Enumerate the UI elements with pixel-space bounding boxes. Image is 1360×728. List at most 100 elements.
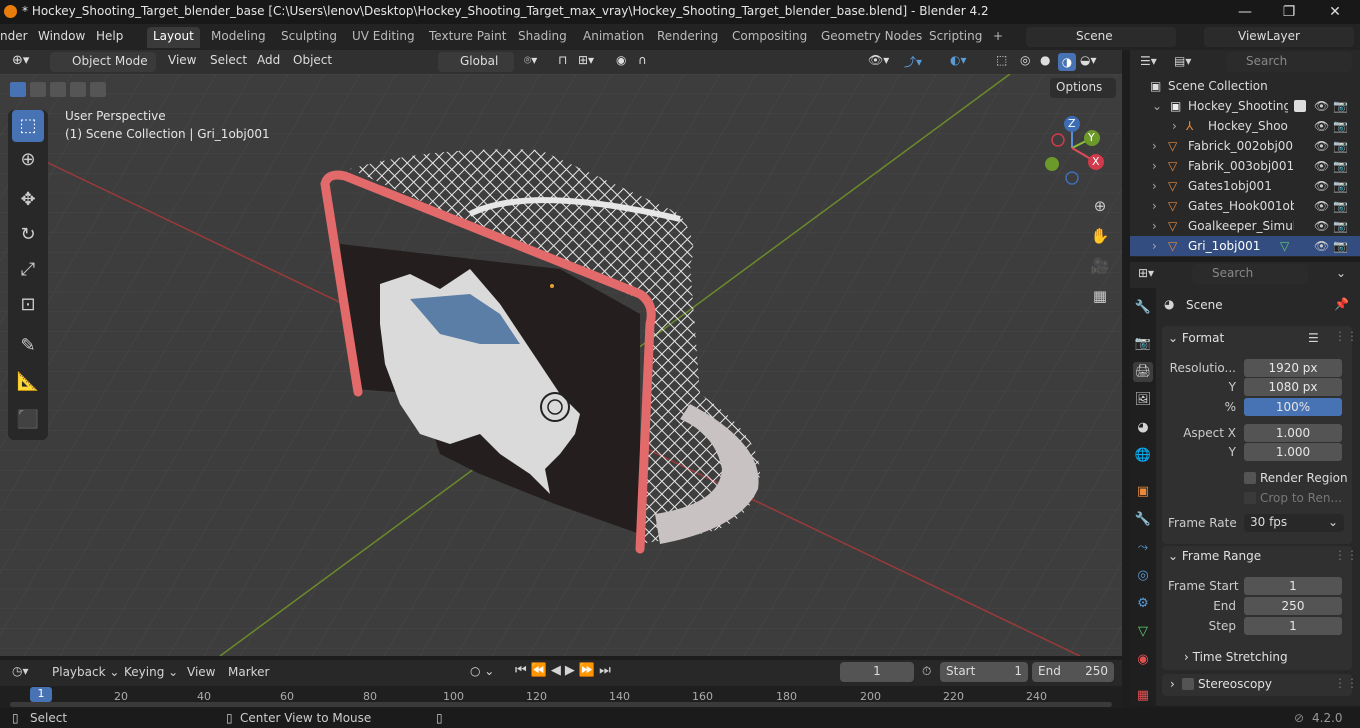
snap-icon[interactable]: ⊓ (558, 53, 567, 71)
select-new-icon[interactable] (10, 82, 26, 97)
tab-scripting[interactable]: Scripting (923, 27, 988, 48)
drag-handle-icon[interactable]: ⋮⋮ (1334, 329, 1358, 343)
annotate-tool-icon[interactable]: ✎ (12, 330, 44, 362)
expand-arrow-icon[interactable]: › (1152, 139, 1157, 153)
menu-view[interactable]: View (168, 53, 196, 71)
menu-select[interactable]: Select (210, 53, 247, 71)
keying-menu[interactable]: Keying ⌄ (124, 665, 178, 679)
frame-range-panel-header[interactable]: ⌄ Frame Range (1168, 549, 1261, 563)
expand-arrow-icon[interactable]: › (1172, 119, 1177, 133)
properties-search-input[interactable]: Search (1192, 264, 1308, 284)
properties-options-icon[interactable]: ⌄ (1336, 266, 1346, 280)
select-intersect-icon[interactable] (90, 82, 106, 97)
stopwatch-icon[interactable]: ⏱ (922, 664, 931, 679)
data-tab-icon[interactable]: ▽ (1133, 622, 1153, 642)
select-box-tool-icon[interactable]: ⬚ (12, 110, 44, 142)
pin-icon[interactable]: 📌 (1334, 297, 1349, 311)
3d-viewport[interactable]: ⬚ ⊕ ✥ ↻ ⤢ ⊡ ✎ 📐 ⬛ User Perspective (1) S… (0, 74, 1122, 656)
expand-arrow-icon[interactable]: › (1152, 219, 1157, 233)
preset-list-icon[interactable]: ☰ (1308, 331, 1319, 345)
measure-tool-icon[interactable]: 📐 (12, 366, 44, 398)
resolution-x-field[interactable]: 1920 px (1244, 359, 1342, 377)
aspect-y-field[interactable]: 1.000 (1244, 443, 1342, 461)
playhead-frame[interactable]: 1 (30, 687, 52, 702)
frame-rate-dropdown[interactable]: 30 fps ⌄ (1244, 514, 1344, 532)
outliner-editor-icon[interactable]: ☰▾ (1140, 54, 1157, 68)
timeline-view-menu[interactable]: View (187, 665, 215, 679)
outliner-root[interactable]: ▣ Scene Collection (1130, 76, 1360, 96)
menu-window[interactable]: Window (38, 29, 85, 43)
drag-handle-icon[interactable]: ⋮⋮ (1334, 548, 1358, 562)
drag-handle-icon[interactable]: ⋮⋮ (1334, 676, 1358, 690)
select-invert-icon[interactable] (70, 82, 86, 97)
timeline-end-field[interactable]: End 250 (1032, 662, 1114, 682)
texture-tab-icon[interactable]: ▦ (1133, 686, 1153, 706)
visibility-icon[interactable]: 👁▾ (868, 53, 889, 71)
wireframe-shading-icon[interactable]: ◎ (1020, 53, 1030, 71)
world-tab-icon[interactable]: 🌐 (1133, 446, 1153, 466)
move-tool-icon[interactable]: ✥ (12, 184, 44, 216)
stereoscopy-checkbox[interactable] (1182, 678, 1194, 690)
expand-arrow-icon[interactable]: ⌄ (1152, 99, 1162, 113)
timeline-editor-icon[interactable]: ◷▾ (12, 664, 29, 678)
physics-tab-icon[interactable]: ◎ (1133, 566, 1153, 586)
tab-texture-paint[interactable]: Texture Paint (423, 27, 512, 48)
tab-compositing[interactable]: Compositing (726, 27, 813, 48)
crop-checkbox[interactable] (1244, 492, 1256, 504)
proportional-edit-icon[interactable]: ◉ (616, 53, 626, 71)
display-mode-icon[interactable]: ▤▾ (1174, 54, 1191, 68)
object-tab-icon[interactable]: ▣ (1133, 482, 1153, 502)
editor-type-icon[interactable]: ⊕▾ (12, 53, 29, 71)
zoom-icon[interactable]: ⊕ (1088, 194, 1112, 218)
xray-icon[interactable]: ⬚ (996, 53, 1007, 71)
constraints-tab-icon[interactable]: ⚙ (1133, 594, 1153, 614)
tab-rendering[interactable]: Rendering (651, 27, 724, 48)
menu-add[interactable]: Add (257, 53, 280, 71)
resolution-y-field[interactable]: 1080 px (1244, 378, 1342, 396)
time-stretching-subpanel[interactable]: › Time Stretching (1184, 650, 1288, 664)
scene-field[interactable]: Scene (1026, 27, 1176, 47)
minimize-button[interactable]: — (1230, 2, 1260, 22)
visibility-toggles[interactable]: 👁 📷 👁 📷 👁 📷 👁 📷 👁 📷 👁 📷 👁 📷 👁 📷 (1314, 96, 1354, 256)
tab-modeling[interactable]: Modeling (205, 27, 272, 48)
expand-arrow-icon[interactable]: › (1152, 199, 1157, 213)
expand-arrow-icon[interactable]: › (1152, 239, 1157, 253)
output-tab-icon[interactable]: 🖨 (1133, 362, 1153, 382)
select-mode-buttons[interactable] (8, 82, 106, 98)
frame-start-field[interactable]: 1 (1244, 577, 1342, 595)
transform-orientation-dropdown[interactable]: Global (438, 52, 514, 72)
frame-step-field[interactable]: 1 (1244, 617, 1342, 635)
tab-geometry-nodes[interactable]: Geometry Nodes (815, 27, 928, 48)
resolution-percent-slider[interactable]: 100% (1244, 398, 1342, 416)
close-button[interactable]: ✕ (1320, 2, 1350, 22)
tab-sculpting[interactable]: Sculpting (275, 27, 343, 48)
playback-menu[interactable]: Playback ⌄ (52, 665, 119, 679)
properties-editor-icon[interactable]: ⊞▾ (1138, 266, 1154, 280)
viewlayer-field[interactable]: ViewLayer (1204, 27, 1354, 47)
overlay-icon[interactable]: ◐▾ (950, 53, 967, 71)
render-tab-icon[interactable]: 📷 (1133, 334, 1153, 354)
select-subtract-icon[interactable] (50, 82, 66, 97)
menu-file[interactable]: nder (0, 29, 28, 43)
marker-menu[interactable]: Marker (228, 665, 269, 679)
playback-controls[interactable]: ⏮⏪◀▶⏩⏭ (515, 663, 615, 678)
format-panel-header[interactable]: ⌄ Format (1168, 331, 1224, 345)
cursor-tool-icon[interactable]: ⊕ (12, 144, 44, 176)
select-extend-icon[interactable] (30, 82, 46, 97)
mode-dropdown[interactable]: Object Mode (50, 52, 156, 72)
options-dropdown[interactable]: Options (1050, 78, 1116, 98)
maximize-button[interactable]: ❐ (1274, 2, 1304, 22)
render-region-checkbox[interactable] (1244, 472, 1256, 484)
camera-view-icon[interactable]: 🎥 (1088, 254, 1112, 278)
transform-tool-icon[interactable]: ⊡ (12, 289, 44, 321)
pivot-icon[interactable]: ⌾▾ (524, 53, 537, 71)
pan-hand-icon[interactable]: ✋ (1088, 224, 1112, 248)
tab-animation[interactable]: Animation (577, 27, 650, 48)
timeline-start-field[interactable]: Start 1 (940, 662, 1028, 682)
material-tab-icon[interactable]: ◉ (1133, 650, 1153, 670)
scene-tab-icon[interactable]: ◕ (1133, 418, 1153, 438)
outliner-search-input[interactable]: Search (1226, 52, 1352, 72)
add-cube-tool-icon[interactable]: ⬛ (12, 404, 44, 436)
particles-tab-icon[interactable]: ⤳ (1133, 538, 1153, 558)
ortho-grid-icon[interactable]: ▦ (1088, 284, 1112, 308)
